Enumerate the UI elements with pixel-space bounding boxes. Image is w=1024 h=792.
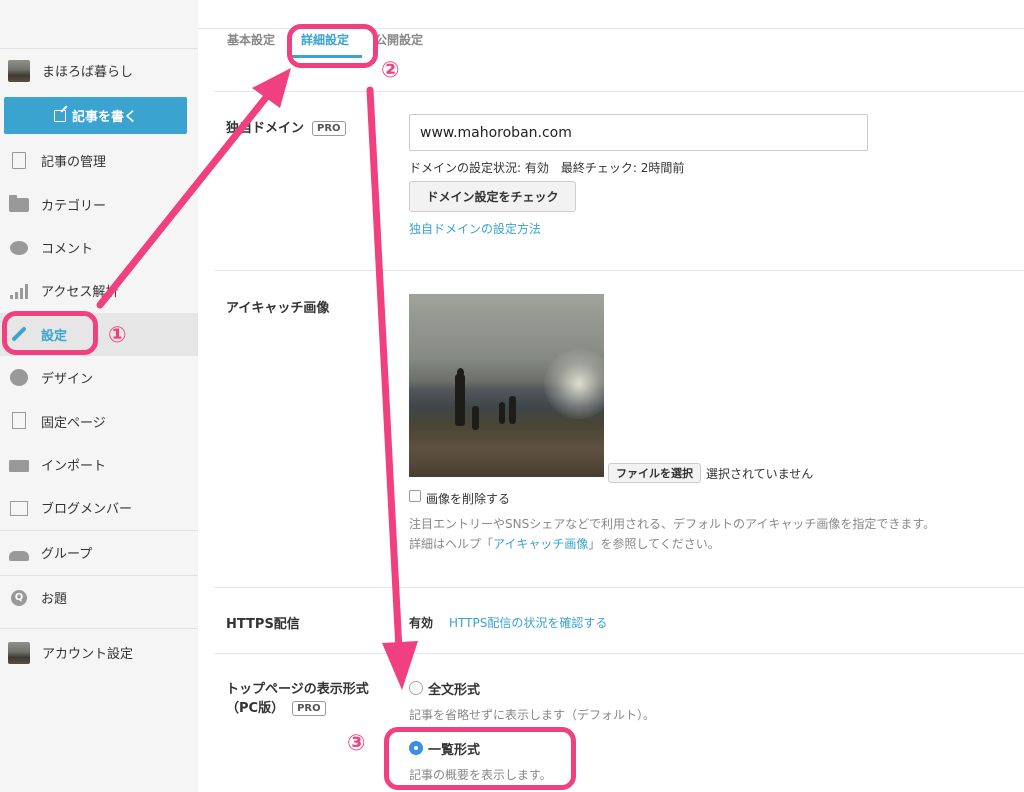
https-status: 有効	[409, 616, 434, 630]
annotation-number-2: ②	[381, 58, 400, 83]
sidebar-item-blog-members[interactable]: ブログメンバー	[0, 486, 198, 529]
sidebar-item-label: カテゴリー	[41, 198, 107, 214]
domain-input[interactable]	[409, 114, 868, 151]
section-divider	[214, 91, 1024, 92]
file-status: 選択されていません	[706, 467, 814, 481]
sidebar-item-label: アカウント設定	[42, 647, 134, 662]
https-check-link[interactable]: HTTPS配信の状況を確認する	[449, 614, 607, 631]
sidebar-nav: 記事の管理 カテゴリー コメント アクセス解析 設定 デザイン 固定ページ イン…	[0, 139, 198, 620]
sidebar-item-label: デザイン	[41, 372, 94, 388]
annotation-number-3: ③	[347, 731, 366, 756]
sidebar-item-label: 固定ページ	[41, 415, 106, 431]
sidebar-item-label: ブログメンバー	[41, 502, 133, 518]
eyecatch-description: 注目エントリーやSNSシェアなどで利用される、デフォルトのアイキャッチ画像を指定…	[409, 517, 936, 531]
truck-icon	[9, 456, 29, 473]
highlight-list-option	[384, 727, 576, 790]
edit-icon	[53, 109, 66, 122]
arrow-to-list-option	[366, 86, 403, 654]
sidebar-item-label: インポート	[41, 458, 107, 474]
sidebar-item-label: コメント	[41, 241, 94, 257]
sidebar-item-label: お題	[41, 592, 68, 608]
toppage-sublabel: （PC版） PRO	[226, 697, 326, 716]
fulltext-radio[interactable]	[409, 681, 423, 695]
bar-chart-icon	[9, 283, 29, 299]
question-icon: Q	[9, 589, 29, 606]
arrow-head-up	[252, 68, 291, 108]
eyecatch-help-text: 詳細はヘルプ「アイキャッチ画像」を参照してください。	[409, 537, 720, 551]
sidebar-item-import[interactable]: インポート	[0, 443, 198, 486]
group-icon	[9, 545, 29, 561]
palette-icon	[9, 368, 29, 386]
sidebar-item-label: 記事の管理	[41, 155, 107, 171]
pro-badge: PRO	[292, 701, 326, 716]
toppage-label: トップページの表示形式	[226, 682, 369, 697]
sidebar-item-account-settings[interactable]: アカウント設定	[0, 628, 198, 676]
comment-icon	[9, 239, 29, 256]
sidebar-item-label: アクセス解析	[41, 285, 119, 301]
delete-image-checkbox[interactable]	[409, 490, 421, 502]
pro-badge: PRO	[312, 121, 346, 136]
sidebar-item-category[interactable]: カテゴリー	[0, 182, 198, 225]
write-article-button[interactable]: 記事を書く	[4, 97, 187, 134]
tab-basic-settings[interactable]: 基本設定	[214, 28, 288, 58]
folder-icon	[9, 195, 29, 213]
eyecatch-preview-image	[409, 294, 604, 477]
domain-status: ドメインの設定状況: 有効 最終チェック: 2時間前	[409, 161, 685, 175]
fulltext-option-desc: 記事を省略せずに表示します（デフォルト）。	[409, 708, 656, 722]
delete-image-label: 画像を削除する	[426, 492, 511, 506]
account-avatar	[8, 641, 30, 664]
sidebar-item-analytics[interactable]: アクセス解析	[0, 269, 198, 312]
eyecatch-label: アイキャッチ画像	[226, 301, 330, 316]
fulltext-option-label: 全文形式	[428, 683, 481, 698]
annotation-number-1: ①	[108, 323, 127, 348]
section-divider	[214, 587, 1024, 588]
sidebar-item-group[interactable]: グループ	[0, 531, 198, 575]
eyecatch-help-link[interactable]: アイキャッチ画像	[493, 537, 588, 551]
highlight-advanced-tab	[287, 24, 378, 68]
document-icon	[9, 151, 29, 169]
blog-name: まほろば暮らし	[42, 65, 134, 80]
member-icon	[9, 500, 29, 516]
sidebar: まほろば暮らし 記事を書く 記事の管理 カテゴリー コメント アクセス解析 設定…	[0, 0, 198, 792]
page-icon	[9, 412, 29, 430]
https-label: HTTPS配信	[226, 617, 300, 632]
section-divider	[214, 270, 1024, 271]
sidebar-item-odai[interactable]: Q お題	[0, 576, 198, 620]
sidebar-item-static-pages[interactable]: 固定ページ	[0, 399, 198, 442]
domain-check-button[interactable]: ドメイン設定をチェック	[409, 181, 576, 212]
highlight-settings	[2, 311, 98, 355]
blog-avatar	[8, 59, 30, 82]
sidebar-item-label: グループ	[41, 547, 93, 563]
domain-help-link[interactable]: 独自ドメインの設定方法	[409, 220, 541, 237]
file-select-button[interactable]: ファイルを選択	[608, 463, 701, 483]
sidebar-item-comments[interactable]: コメント	[0, 226, 198, 269]
write-article-label: 記事を書く	[71, 110, 137, 125]
section-divider	[214, 653, 1024, 654]
sidebar-item-articles[interactable]: 記事の管理	[0, 139, 198, 182]
blog-selector[interactable]: まほろば暮らし	[0, 48, 198, 92]
domain-label: 独自ドメイン PRO	[226, 117, 346, 136]
sidebar-item-design[interactable]: デザイン	[0, 356, 198, 399]
